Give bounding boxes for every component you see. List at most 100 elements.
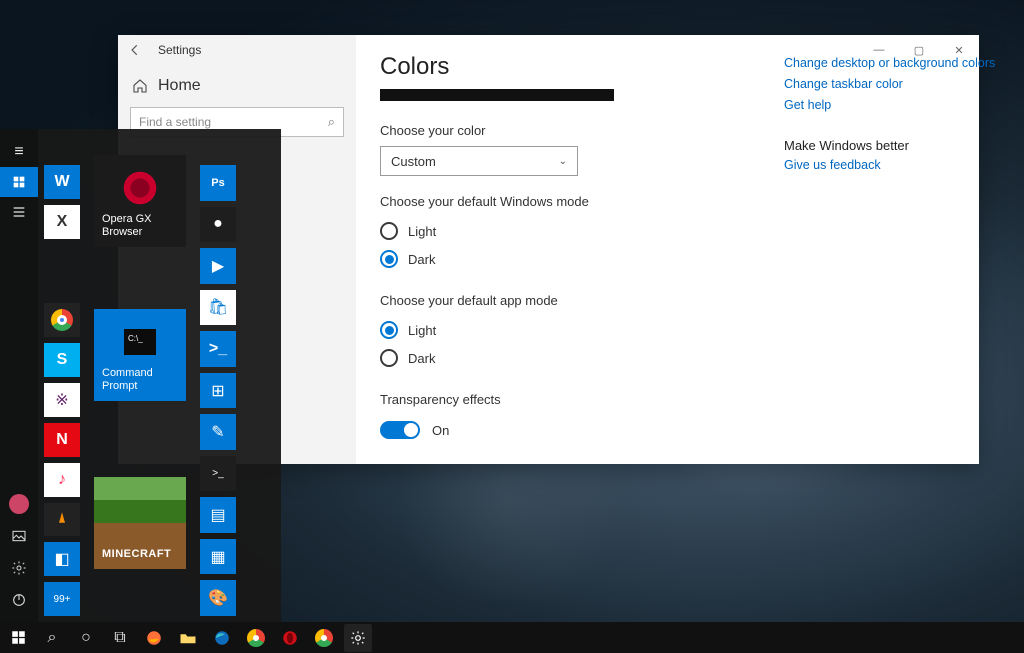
tile-paint[interactable]: 🎨 <box>200 580 236 616</box>
taskbar-chrome[interactable] <box>242 624 270 652</box>
tile-skype[interactable]: S <box>44 343 80 377</box>
windows-mode-light[interactable]: Light <box>380 217 955 245</box>
related-links: Change desktop or background colors Chan… <box>784 51 1004 178</box>
radio-label: Dark <box>408 252 435 267</box>
start-pictures-button[interactable] <box>0 520 38 552</box>
color-select-value: Custom <box>391 154 436 169</box>
tile-slack[interactable]: ※ <box>44 383 80 417</box>
link-change-desktop[interactable]: Change desktop or background colors <box>784 55 1004 72</box>
gear-icon <box>350 630 366 646</box>
tile-terminal[interactable]: >_ <box>200 456 236 492</box>
tile-app5[interactable]: ✎ <box>200 414 236 450</box>
tile-powershell[interactable]: >_ <box>200 331 236 367</box>
tile-chrome[interactable] <box>44 303 80 337</box>
firefox-icon <box>145 629 163 647</box>
gear-icon <box>11 560 27 576</box>
tile-vlc[interactable] <box>44 503 80 537</box>
tile-word[interactable]: W <box>44 165 80 199</box>
tile-cmd[interactable]: C:\_ Command Prompt <box>94 309 186 401</box>
chrome-icon <box>315 629 333 647</box>
taskbar-taskview[interactable]: ⧉ <box>106 624 134 652</box>
taskbar-opera[interactable] <box>276 624 304 652</box>
home-icon <box>132 78 148 94</box>
generic-icon: ◧ <box>54 549 69 569</box>
taskbar-search[interactable]: ⌕ <box>38 624 66 652</box>
windows-mode-label: Choose your default Windows mode <box>380 194 955 209</box>
tile-minecraft[interactable]: MINECRAFT <box>94 477 186 569</box>
back-button[interactable] <box>118 35 152 65</box>
transparency-value: On <box>432 423 449 438</box>
tile-app2[interactable]: ● <box>200 207 236 243</box>
taskbar-edge[interactable] <box>208 624 236 652</box>
window-icon: ⊞ <box>211 381 224 401</box>
tile-store[interactable]: 🛍 <box>200 290 236 326</box>
tile-photoshop[interactable]: Ps <box>200 165 236 201</box>
link-get-help[interactable]: Get help <box>784 97 1004 114</box>
taskbar-settings[interactable] <box>344 624 372 652</box>
feedback-heading: Make Windows better <box>784 138 1004 153</box>
pictures-icon <box>11 528 27 544</box>
color-preview <box>380 89 614 101</box>
excel-icon: X <box>57 213 68 231</box>
notes-icon: ▤ <box>210 505 225 525</box>
tile-netflix[interactable]: N <box>44 423 80 457</box>
tile-app4[interactable]: ⊞ <box>200 373 236 409</box>
svg-text:C:\_: C:\_ <box>128 334 143 343</box>
taskbar-firefox[interactable] <box>140 624 168 652</box>
start-pinned-button[interactable] <box>0 167 38 197</box>
start-power-button[interactable] <box>0 584 38 616</box>
start-allapps-button[interactable] <box>0 197 38 227</box>
avatar-icon <box>9 494 29 514</box>
radio-label: Light <box>408 323 436 338</box>
tile-app[interactable]: ◧ <box>44 542 80 576</box>
transparency-toggle[interactable] <box>380 421 420 439</box>
tile-notes[interactable]: ▤ <box>200 497 236 533</box>
taskbar-cortana[interactable]: ○ <box>72 624 100 652</box>
tile-calculator[interactable]: ▦ <box>200 539 236 575</box>
tile-app3[interactable]: ▶ <box>200 248 236 284</box>
pin-icon <box>11 174 27 190</box>
skype-icon: S <box>57 351 68 369</box>
taskbar-chrome2[interactable] <box>310 624 338 652</box>
start-expand-button[interactable]: ≡ <box>0 137 38 167</box>
doc-icon: ✎ <box>211 422 224 442</box>
tile-itunes[interactable]: ♪ <box>44 463 80 497</box>
power-icon <box>11 592 27 608</box>
paint-icon: 🎨 <box>208 588 228 608</box>
radio-icon <box>380 349 398 367</box>
start-button[interactable] <box>4 624 32 652</box>
start-settings-button[interactable] <box>0 552 38 584</box>
start-tiles: W X S ※ N ♪ ◧ 99+ Opera GX Browser C:\_ … <box>38 129 281 622</box>
start-rail: ≡ <box>0 129 38 622</box>
taskbar: ⌕ ○ ⧉ <box>0 622 1024 653</box>
nav-home-label: Home <box>158 77 201 95</box>
app-mode-light[interactable]: Light <box>380 316 955 344</box>
term-icon: >_ <box>212 468 223 479</box>
search-icon: ⌕ <box>328 114 335 130</box>
windows-mode-dark[interactable]: Dark <box>380 245 955 273</box>
ps-icon: Ps <box>211 177 224 189</box>
taskbar-explorer[interactable] <box>174 624 202 652</box>
tile-label: Command Prompt <box>102 367 178 393</box>
link-change-taskbar[interactable]: Change taskbar color <box>784 76 1004 93</box>
app-mode-dark[interactable]: Dark <box>380 344 955 372</box>
tile-excel[interactable]: X <box>44 205 80 239</box>
netflix-icon: N <box>56 431 68 449</box>
taskview-icon: ⧉ <box>114 629 125 647</box>
opera-icon <box>121 169 159 207</box>
start-menu: ≡ W X S <box>0 129 281 622</box>
color-mode-select[interactable]: Custom ⌄ <box>380 146 578 176</box>
word-icon: W <box>54 173 69 191</box>
store-icon: 🛍 <box>208 297 228 317</box>
tile-opera[interactable]: Opera GX Browser <box>94 155 186 247</box>
nav-home[interactable]: Home <box>118 65 356 107</box>
chevron-down-icon: ⌄ <box>559 156 567 167</box>
link-feedback[interactable]: Give us feedback <box>784 157 1004 174</box>
settings-titlebar: Settings <box>118 35 356 65</box>
tile-more[interactable]: 99+ <box>44 582 80 616</box>
radio-label: Light <box>408 224 436 239</box>
start-user-button[interactable] <box>0 488 38 520</box>
chrome-icon <box>247 629 265 647</box>
edge-icon <box>213 629 231 647</box>
play-icon: ▶ <box>212 256 224 276</box>
